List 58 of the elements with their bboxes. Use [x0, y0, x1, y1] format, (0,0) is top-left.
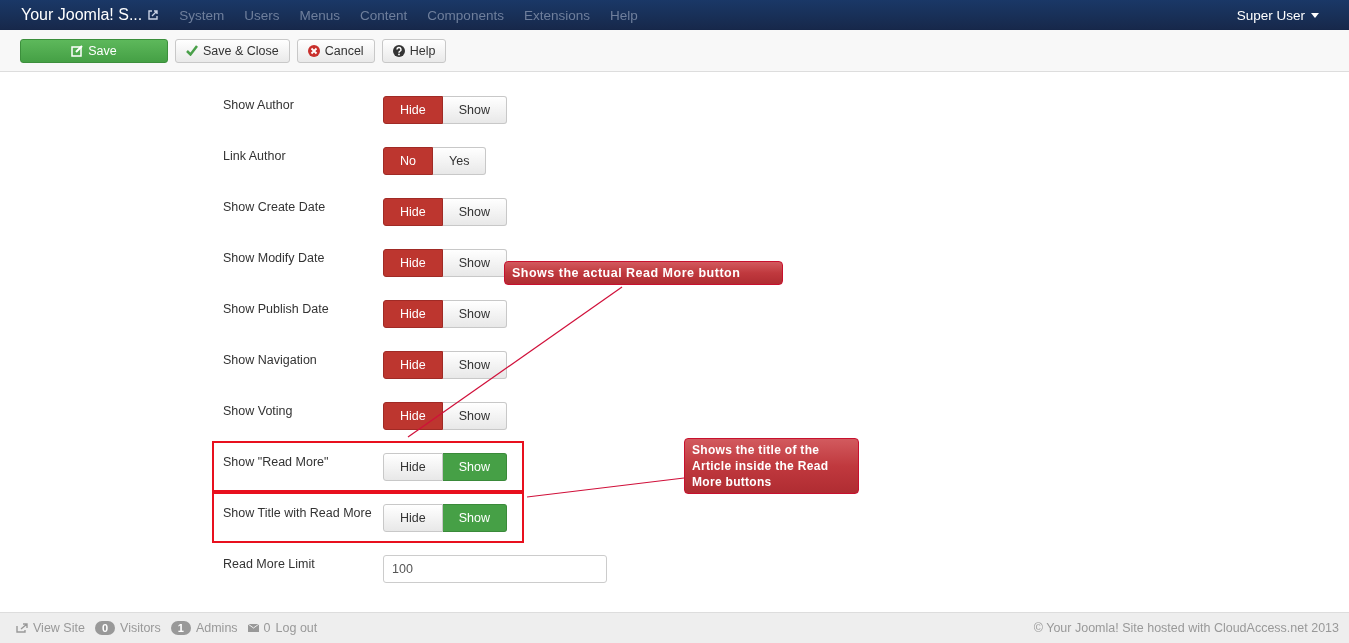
menu-item[interactable]: Help — [609, 7, 638, 23]
field-label: Show Author — [223, 97, 295, 112]
field-label: Show Publish Date — [223, 301, 330, 316]
menu-item[interactable]: Components — [427, 7, 504, 23]
message-count: 0 — [263, 621, 271, 635]
cancel-button[interactable]: Cancel — [296, 38, 375, 63]
close-icon — [307, 44, 320, 57]
toggle-option[interactable]: Show — [442, 96, 507, 124]
input-field[interactable]: 100 — [383, 555, 607, 583]
toggle-option[interactable]: Show — [442, 249, 507, 277]
toggle-option[interactable]: Hide — [383, 453, 443, 481]
toggle-option[interactable]: Hide — [383, 96, 443, 124]
view-site-icon — [16, 623, 28, 633]
toggle-option[interactable]: No — [383, 147, 433, 175]
visitors-label: Visitors — [120, 621, 161, 635]
field-label: Show Title with Read More — [223, 505, 373, 520]
menu-item[interactable]: Menus — [299, 7, 341, 23]
field-label: Show Voting — [223, 403, 294, 418]
count-badge: 0 — [94, 621, 115, 635]
toggle-option[interactable]: Hide — [383, 351, 443, 379]
external-link-icon — [148, 10, 159, 20]
admins-label: Admins — [195, 621, 238, 635]
menu-item[interactable]: System — [179, 7, 225, 23]
help-button[interactable]: Help — [381, 38, 447, 63]
save-close-button[interactable]: Save & Close — [175, 38, 290, 63]
help-icon — [392, 44, 405, 57]
field-label: Link Author — [223, 148, 287, 163]
toggle-option[interactable]: Hide — [383, 504, 443, 532]
field-label: Read More Limit — [223, 556, 316, 571]
toggle-option[interactable]: Show — [442, 198, 507, 226]
field-label: Show "Read More" — [223, 454, 330, 469]
copyright-text: © Your Joomla! Site hosted with CloudAccess.net 2013 — [1033, 621, 1339, 635]
menu-item[interactable]: Extensions — [523, 7, 590, 23]
site-title-link[interactable]: Your Joomla! S... — [21, 6, 143, 24]
count-badge: 1 — [170, 621, 191, 635]
callout-note: Shows the title of the Article inside the Read More buttons — [684, 438, 859, 494]
toggle-option[interactable]: Show — [442, 453, 507, 481]
toggle-option[interactable]: Show — [442, 504, 507, 532]
user-menu[interactable]: Super User — [1236, 7, 1319, 23]
field-label: Show Modify Date — [223, 250, 326, 265]
callout-note: Shows the actual Read More button — [504, 261, 783, 285]
field-label: Show Navigation — [223, 352, 318, 367]
toggle-option[interactable]: Show — [442, 351, 507, 379]
toggle-option[interactable]: Hide — [383, 249, 443, 277]
toggle-option[interactable]: Hide — [383, 402, 443, 430]
caret-icon — [1311, 12, 1319, 18]
toggle-option[interactable]: Hide — [383, 300, 443, 328]
check-icon — [186, 45, 198, 56]
toggle-option[interactable]: Show — [442, 300, 507, 328]
menu-item[interactable]: Content — [360, 7, 408, 23]
field-label: Show Create Date — [223, 199, 327, 214]
toggle-option[interactable]: Show — [442, 402, 507, 430]
envelope-icon — [247, 624, 259, 632]
edit-icon — [71, 44, 84, 57]
toggle-option[interactable]: Yes — [433, 147, 487, 175]
menu-item[interactable]: Users — [244, 7, 280, 23]
save-button[interactable]: Save — [20, 38, 168, 63]
toggle-option[interactable]: Hide — [383, 198, 443, 226]
